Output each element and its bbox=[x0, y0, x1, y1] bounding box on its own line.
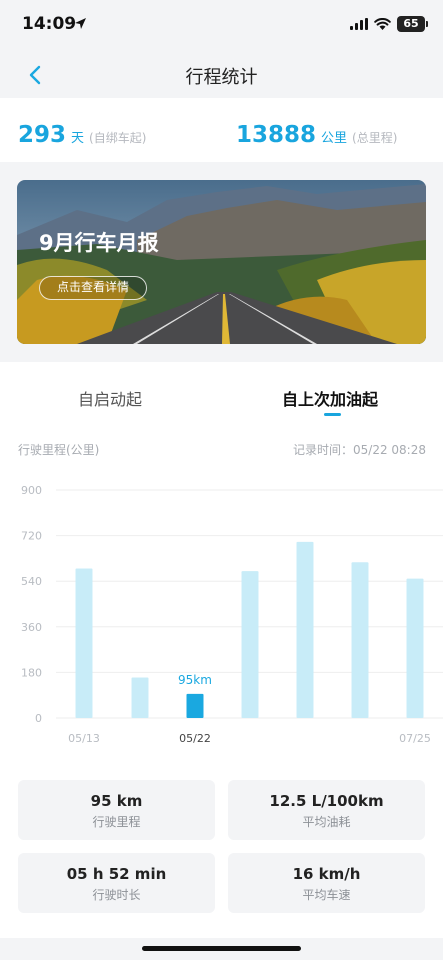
monthly-report-banner[interactable]: 9月行车月报 点击查看详情 bbox=[17, 180, 426, 344]
stat-label: 行驶里程 bbox=[92, 815, 141, 829]
bar[interactable] bbox=[296, 541, 314, 718]
road-landscape-image bbox=[17, 180, 426, 344]
stat-value: 95 km bbox=[90, 792, 143, 810]
battery-icon: 65 bbox=[397, 16, 428, 32]
banner-section: 9月行车月报 点击查看详情 bbox=[0, 162, 443, 362]
status-bar: 14:09 65 bbox=[0, 0, 443, 52]
wifi-icon bbox=[374, 18, 391, 30]
tab-since-refuel[interactable]: 自上次加油起 bbox=[282, 386, 378, 410]
highlighted-bar[interactable] bbox=[186, 693, 204, 718]
stat-card-duration: 05 h 52 min 行驶时长 bbox=[18, 853, 215, 913]
x-tick-label: 07/25 bbox=[399, 732, 431, 745]
status-time: 14:09 bbox=[22, 14, 77, 34]
mileage-note: (总里程) bbox=[352, 131, 398, 145]
nav-bar: 行程统计 bbox=[0, 52, 443, 98]
active-tab-indicator bbox=[324, 413, 341, 416]
stat-label: 行驶时长 bbox=[92, 888, 141, 902]
y-tick-label: 180 bbox=[21, 666, 42, 679]
record-time: 记录时间：05/22 08:28 bbox=[293, 443, 426, 457]
banner-title: 9月行车月报 bbox=[39, 231, 159, 255]
bar-value-label: 95km bbox=[178, 673, 212, 687]
stat-value: 05 h 52 min bbox=[66, 865, 167, 883]
x-tick-label: 05/13 bbox=[68, 732, 100, 745]
bar[interactable] bbox=[351, 562, 369, 718]
status-indicators: 65 bbox=[350, 16, 428, 32]
y-tick-label: 540 bbox=[21, 575, 42, 588]
y-tick-label: 900 bbox=[21, 484, 42, 497]
view-details-button[interactable]: 点击查看详情 bbox=[39, 276, 147, 300]
total-mileage: 13888 公里 (总里程) bbox=[236, 122, 397, 148]
bar[interactable] bbox=[75, 568, 93, 718]
y-tick-label: 0 bbox=[35, 712, 42, 725]
days-value: 293 bbox=[18, 122, 67, 148]
y-tick-label: 720 bbox=[21, 530, 42, 543]
stat-label: 平均车速 bbox=[302, 888, 351, 902]
home-indicator bbox=[142, 946, 301, 951]
stat-card-fuel: 12.5 L/100km 平均油耗 bbox=[228, 780, 425, 840]
page-title: 行程统计 bbox=[185, 67, 258, 88]
stat-label: 平均油耗 bbox=[302, 815, 351, 829]
mileage-value: 13888 bbox=[236, 122, 317, 148]
summary-row: 293 天 (自绑车起) 13888 公里 (总里程) bbox=[0, 98, 443, 162]
bar[interactable] bbox=[406, 578, 424, 718]
mileage-unit: 公里 bbox=[321, 131, 348, 146]
bar[interactable] bbox=[131, 677, 149, 718]
days-since-bind: 293 天 (自绑车起) bbox=[18, 122, 146, 148]
stat-card-speed: 16 km/h 平均车速 bbox=[228, 853, 425, 913]
stat-value: 16 km/h bbox=[292, 865, 361, 883]
trip-stats-panel: 自启动起 自上次加油起 行驶里程(公里) 记录时间：05/22 08:28 90… bbox=[0, 362, 443, 938]
stat-value: 12.5 L/100km bbox=[269, 792, 384, 810]
signal-icon bbox=[350, 18, 368, 30]
mileage-bar-chart: 900 720 540 360 180 0 95km 05/13 05/22 07/25 bbox=[21, 484, 443, 745]
location-arrow-icon bbox=[75, 18, 86, 29]
tab-since-start[interactable]: 自启动起 bbox=[78, 386, 142, 410]
x-tick-label: 05/22 bbox=[179, 732, 211, 745]
chart-label: 行驶里程(公里) bbox=[18, 443, 100, 457]
days-unit: 天 bbox=[71, 131, 85, 146]
days-note: (自绑车起) bbox=[89, 131, 147, 145]
y-tick-label: 360 bbox=[21, 621, 42, 634]
stat-card-distance: 95 km 行驶里程 bbox=[18, 780, 215, 840]
bar[interactable] bbox=[241, 571, 259, 718]
